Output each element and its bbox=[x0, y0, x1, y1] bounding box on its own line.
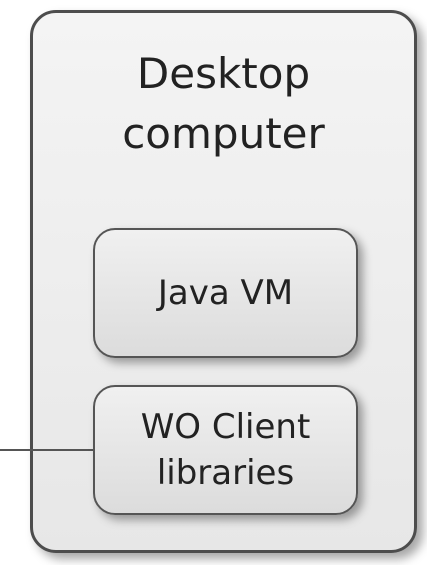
desktop-computer-title: Desktop computer bbox=[122, 49, 325, 158]
java-vm-box: Java VM bbox=[93, 228, 358, 358]
diagram-canvas: Desktop computer Java VM WO Client libra… bbox=[0, 0, 427, 565]
java-vm-label: Java VM bbox=[157, 273, 294, 313]
network-connector-line bbox=[0, 449, 95, 451]
wo-client-libraries-label: WO Client libraries bbox=[140, 407, 311, 493]
wo-client-libraries-box: WO Client libraries bbox=[93, 385, 358, 515]
